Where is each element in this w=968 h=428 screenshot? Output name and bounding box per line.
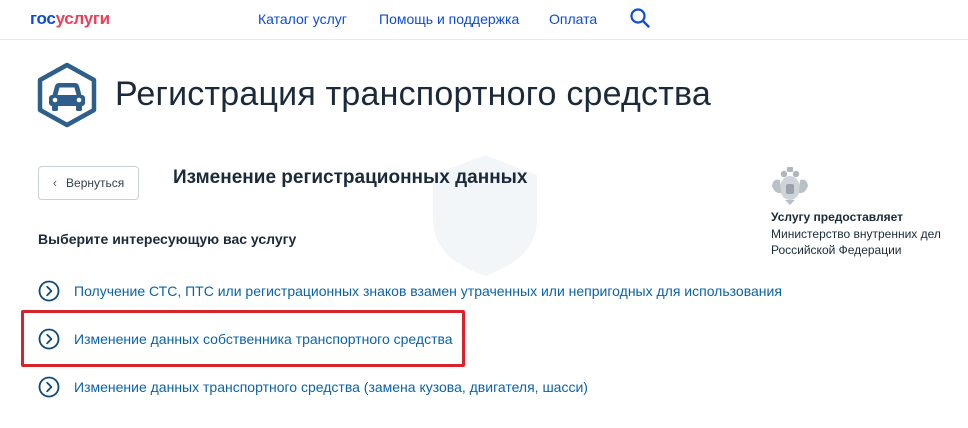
service-link[interactable]: Изменение данных транспортного средства … xyxy=(74,378,588,396)
nav-help-link[interactable]: Помощь и поддержка xyxy=(379,10,519,28)
page-title: Регистрация транспортного средства xyxy=(115,75,711,113)
service-link[interactable]: Получение СТС, ПТС или регистрационных з… xyxy=(74,282,782,300)
gosuslugi-logo[interactable]: госуслуги xyxy=(30,9,110,29)
logo-part-gos: гос xyxy=(30,9,56,28)
nav-catalog-link[interactable]: Каталог услуг xyxy=(258,10,347,28)
provider-name: Министерство внутренних дел Российской Ф… xyxy=(771,226,967,258)
nav-payment-link[interactable]: Оплата xyxy=(549,10,597,28)
service-item-vehicle-data-change[interactable]: Изменение данных транспортного средства … xyxy=(38,376,588,398)
provider-name-line1: Министерство внутренних дел xyxy=(771,227,941,241)
back-button-label: Вернуться xyxy=(66,176,125,190)
chevron-right-circle-icon xyxy=(38,376,60,398)
top-navigation-bar: госуслуги Каталог услуг Помощь и поддерж… xyxy=(0,0,968,40)
page: госуслуги Каталог услуг Помощь и поддерж… xyxy=(0,0,968,428)
subsection-title: Изменение регистрационных данных xyxy=(173,167,528,188)
coat-of-arms-icon xyxy=(772,167,808,205)
chevron-left-icon: ‹ xyxy=(52,175,58,190)
provider-name-line2: Российской Федерации xyxy=(771,243,902,257)
chevron-right-circle-icon xyxy=(38,280,60,302)
service-item-replacement-docs[interactable]: Получение СТС, ПТС или регистрационных з… xyxy=(38,280,782,302)
highlight-annotation-box xyxy=(21,310,465,367)
logo-part-uslugi: услуги xyxy=(55,9,111,28)
choose-service-heading: Выберите интересующую вас услугу xyxy=(38,231,297,247)
provider-label: Услугу предоставляет xyxy=(771,210,904,224)
car-icon xyxy=(37,62,97,128)
search-icon[interactable] xyxy=(629,7,651,29)
back-button[interactable]: ‹ Вернуться xyxy=(38,166,139,200)
